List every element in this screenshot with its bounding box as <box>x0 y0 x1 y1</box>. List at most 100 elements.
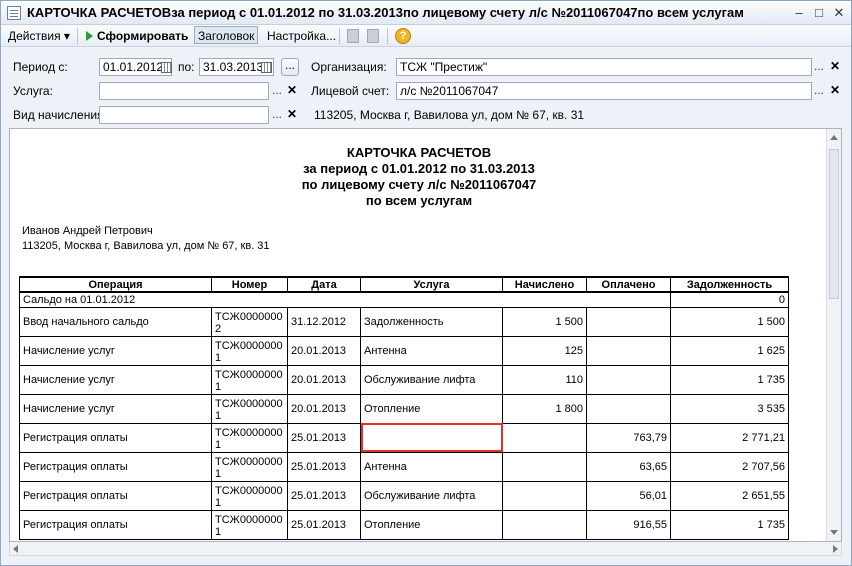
opening-balance-label: Сальдо на 01.01.2012 <box>19 291 671 308</box>
table-row[interactable]: Начисление услуг ТСЖ00000001 20.01.2013 … <box>19 393 789 424</box>
report-area[interactable]: КАРТОЧКА РАСЧЕТОВ за период с 01.01.2012… <box>9 128 842 542</box>
settings-button[interactable]: Настройка... <box>264 27 339 45</box>
header-toggle-button[interactable]: Заголовок <box>194 26 259 44</box>
accrual-type-input[interactable] <box>99 106 269 124</box>
organization-clear-icon[interactable]: ✕ <box>828 59 842 75</box>
cell-debt: 2 707,56 <box>670 451 789 482</box>
selected-cell-service[interactable] <box>360 422 503 453</box>
scroll-thumb[interactable] <box>829 149 839 299</box>
toolbar-divider <box>77 28 78 44</box>
scroll-up-icon[interactable] <box>830 135 838 140</box>
toolbar-divider <box>387 28 388 44</box>
cell-number: ТСЖ00000001 <box>211 480 288 511</box>
title-bar: КАРТОЧКА РАСЧЕТОВза период с 01.01.2012 … <box>1 1 851 25</box>
period-select-button[interactable]: ... <box>281 58 299 76</box>
toolbar: Действия ▾ Сформировать Заголовок Настро… <box>1 25 851 47</box>
print-icon[interactable] <box>347 29 359 43</box>
service-select-button[interactable]: ... <box>270 83 284 99</box>
account-label: Лицевой счет: <box>311 84 390 98</box>
organization-input[interactable]: ТСЖ "Престиж" <box>396 58 812 76</box>
organization-label: Организация: <box>311 60 387 74</box>
cell-service: Отопление <box>360 509 503 540</box>
accrual-type-label: Вид начисления <box>13 108 104 122</box>
account-address: 113205, Москва г, Вавилова ул, дом № 67,… <box>314 108 585 122</box>
cell-operation: Регистрация оплаты <box>19 451 212 482</box>
service-clear-icon[interactable]: ✕ <box>285 83 299 99</box>
report-window: КАРТОЧКА РАСЧЕТОВза период с 01.01.2012 … <box>0 0 852 566</box>
generate-label: Сформировать <box>97 29 189 43</box>
scroll-down-icon[interactable] <box>830 530 838 535</box>
column-header: Начислено <box>502 276 587 293</box>
actions-label: Действия <box>8 29 61 43</box>
report-account: по лицевому счету л/с №2011067047 <box>301 177 537 192</box>
chevron-down-icon: ▾ <box>63 29 70 43</box>
organization-select-button[interactable]: ... <box>812 59 826 75</box>
period-to-value: 31.03.2013 <box>203 60 264 74</box>
cell-operation: Ввод начального сальдо <box>19 306 212 337</box>
maximize-button[interactable]: □ <box>811 5 827 21</box>
horizontal-scrollbar[interactable] <box>9 542 842 556</box>
cell-debt: 3 535 <box>670 393 789 424</box>
account-select-button[interactable]: ... <box>812 83 826 99</box>
cell-accrued: 1 800 <box>502 393 587 424</box>
cell-paid <box>586 335 671 366</box>
table-row[interactable]: Регистрация оплаты ТСЖ00000001 25.01.201… <box>19 451 789 482</box>
generate-button[interactable]: Сформировать <box>83 27 191 45</box>
cell-paid: 63,65 <box>586 451 671 482</box>
cell-operation: Начисление услуг <box>19 364 212 395</box>
cell-service: Антенна <box>360 451 503 482</box>
scroll-right-icon[interactable] <box>833 545 838 553</box>
column-header: Номер <box>211 276 288 293</box>
cell-paid: 916,55 <box>586 509 671 540</box>
accrual-type-clear-icon[interactable]: ✕ <box>285 107 299 123</box>
table-row[interactable]: Ввод начального сальдо ТСЖ00000002 31.12… <box>19 306 789 337</box>
table-header-row: Операция Номер Дата Услуга Начислено Опл… <box>19 276 789 293</box>
table-row[interactable]: Регистрация оплаты ТСЖ00000001 25.01.201… <box>19 509 789 540</box>
cell-number: ТСЖ00000001 <box>211 451 288 482</box>
actions-menu[interactable]: Действия ▾ <box>5 27 73 45</box>
report-period: за период с 01.01.2012 по 31.03.2013 <box>303 161 535 176</box>
cell-date: 25.01.2013 <box>287 451 361 482</box>
cell-debt: 1 500 <box>670 306 789 337</box>
cell-accrued <box>502 451 587 482</box>
cell-date: 31.12.2012 <box>287 306 361 337</box>
calendar-icon[interactable] <box>161 62 172 73</box>
report-services: по всем услугам <box>365 193 473 208</box>
table-row[interactable]: Регистрация оплаты ТСЖ00000001 25.01.201… <box>19 480 789 511</box>
table-row[interactable]: Начисление услуг ТСЖ00000001 20.01.2013 … <box>19 335 789 366</box>
cell-date: 25.01.2013 <box>287 480 361 511</box>
save-icon[interactable] <box>367 29 379 43</box>
cell-paid <box>586 306 671 337</box>
cell-debt: 1 735 <box>670 509 789 540</box>
cell-paid: 56,01 <box>586 480 671 511</box>
account-clear-icon[interactable]: ✕ <box>828 83 842 99</box>
scroll-left-icon[interactable] <box>13 545 18 553</box>
cell-service: Антенна <box>360 335 503 366</box>
minimize-button[interactable]: – <box>791 5 807 21</box>
service-label: Услуга: <box>13 84 53 98</box>
help-icon[interactable]: ? <box>395 28 411 44</box>
period-from-label: Период с: <box>13 60 68 74</box>
owner-address: 113205, Москва г, Вавилова ул, дом № 67,… <box>22 240 270 252</box>
cell-number: ТСЖ00000002 <box>211 306 288 337</box>
table-row[interactable]: Начисление услуг ТСЖ00000001 20.01.2013 … <box>19 364 789 395</box>
cell-service: Обслуживание лифта <box>360 364 503 395</box>
account-input[interactable]: л/с №2011067047 <box>396 82 812 100</box>
cell-paid: 763,79 <box>586 422 671 453</box>
service-input[interactable] <box>99 82 269 100</box>
calendar-icon[interactable] <box>261 62 272 73</box>
cell-accrued <box>502 509 587 540</box>
cell-date: 25.01.2013 <box>287 422 361 453</box>
cell-date: 20.01.2013 <box>287 393 361 424</box>
column-header: Услуга <box>360 276 503 293</box>
toolbar-divider <box>339 28 340 44</box>
vertical-scrollbar[interactable] <box>826 129 841 541</box>
close-button[interactable]: ✕ <box>831 5 847 21</box>
table-row[interactable]: Регистрация оплаты ТСЖ00000001 25.01.201… <box>19 422 789 453</box>
settlements-table: Операция Номер Дата Услуга Начислено Опл… <box>19 276 789 540</box>
cell-date: 20.01.2013 <box>287 364 361 395</box>
period-to-label: по: <box>178 60 195 74</box>
accrual-type-select-button[interactable]: ... <box>270 107 284 123</box>
opening-balance-row[interactable]: Сальдо на 01.01.2012 0 <box>19 291 789 308</box>
column-header: Задолженность <box>670 276 789 293</box>
